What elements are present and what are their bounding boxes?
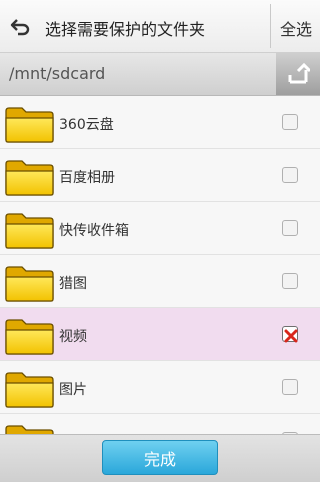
folder-checkbox[interactable] <box>282 220 298 236</box>
red-x-check-icon <box>284 328 298 347</box>
folder-name: 猎图 <box>59 276 87 292</box>
folder-checkbox[interactable] <box>282 326 298 343</box>
folder-icon <box>5 266 54 302</box>
back-button[interactable] <box>0 0 40 53</box>
folder-icon <box>5 319 54 355</box>
list-item[interactable]: 图片 <box>0 361 320 414</box>
folder-icon <box>5 372 54 408</box>
done-button[interactable]: 完成 <box>102 440 218 475</box>
folder-icon <box>5 425 54 434</box>
header-divider <box>270 4 271 48</box>
folder-checkbox[interactable] <box>282 273 298 289</box>
folder-name: 图片 <box>59 382 87 398</box>
folder-name: 360云盘 <box>59 117 114 133</box>
back-arrow-icon <box>10 18 30 35</box>
path-bar: /mnt/sdcard <box>0 53 320 96</box>
folder-checkbox[interactable] <box>282 167 298 183</box>
up-directory-button[interactable] <box>276 53 320 95</box>
list-item[interactable]: 快传收件箱 <box>0 202 320 255</box>
header: 选择需要保护的文件夹 全选 <box>0 0 320 53</box>
folder-list[interactable]: 360云盘百度相册快传收件箱猎图视频图片 <box>0 96 320 434</box>
select-all-button[interactable]: 全选 <box>272 16 320 40</box>
list-item[interactable]: 百度相册 <box>0 149 320 202</box>
folder-name: 快传收件箱 <box>59 223 129 239</box>
folder-name: 百度相册 <box>59 170 115 186</box>
folder-icon <box>5 213 54 249</box>
folder-name: 视频 <box>59 329 87 345</box>
list-item[interactable]: 360云盘 <box>0 96 320 149</box>
footer: 完成 <box>0 434 320 482</box>
list-item[interactable]: 视频 <box>0 308 320 361</box>
folder-icon <box>5 160 54 196</box>
current-path: /mnt/sdcard <box>9 64 106 83</box>
folder-icon <box>5 107 54 143</box>
list-item[interactable] <box>0 414 320 434</box>
up-directory-icon <box>288 62 310 84</box>
list-item[interactable]: 猎图 <box>0 255 320 308</box>
folder-checkbox[interactable] <box>282 114 298 130</box>
page-title: 选择需要保护的文件夹 <box>45 20 206 39</box>
folder-checkbox[interactable] <box>282 379 298 395</box>
